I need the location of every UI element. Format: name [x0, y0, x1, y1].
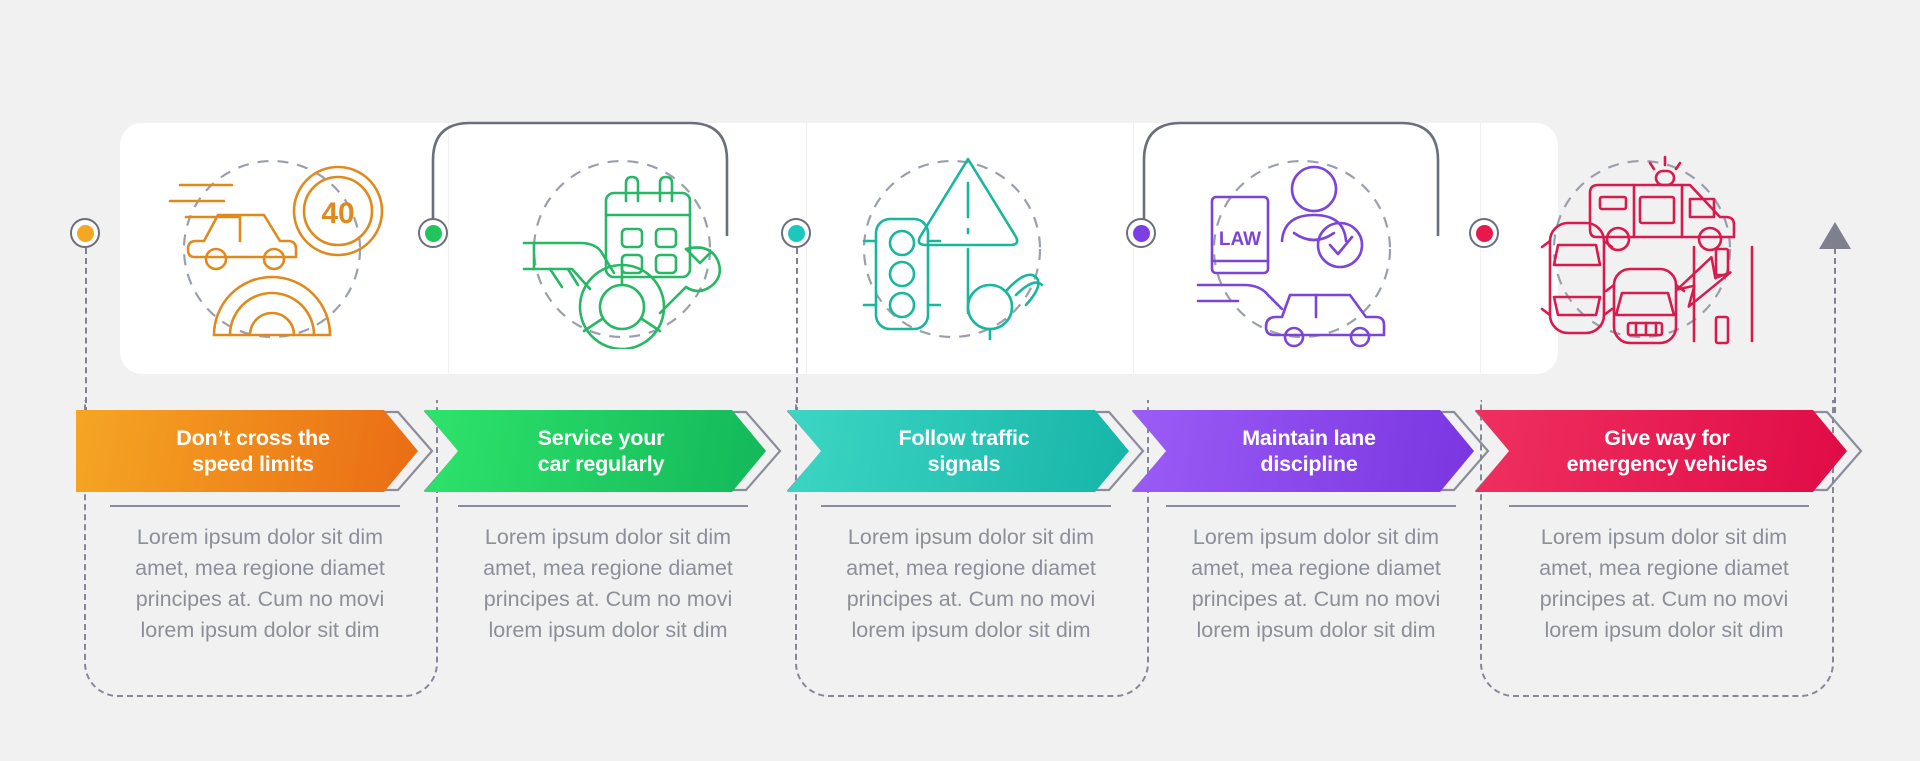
guide-line-step3: [796, 248, 798, 413]
icon-cell-step-1: 40: [150, 123, 400, 374]
connector-arc-2: [431, 121, 729, 236]
divider-rule-3: [821, 505, 1111, 508]
infographic-canvas: 40 LAW Don’t cross the speed limits Serv…: [0, 0, 1920, 761]
step-body-1: Lorem ipsum dolor sit dim amet, mea regi…: [135, 525, 385, 642]
speeding-car-speed-limit-icon: 40: [168, 159, 384, 338]
traffic-light-warning-sign-icon: [862, 157, 1044, 340]
step-banner-2-label: Service your car regularly: [537, 425, 665, 476]
step-banner-4-label: Maintain lane discipline: [1242, 425, 1376, 476]
step-dot-1[interactable]: [70, 218, 100, 248]
step-banner-5-label: Give way for emergency vehicles: [1566, 425, 1768, 476]
step-banner-4[interactable]: Maintain lane discipline: [1132, 410, 1474, 492]
divider-rule-1: [110, 505, 400, 508]
card-divider-3: [1133, 123, 1134, 374]
divider-rule-4: [1166, 505, 1456, 508]
guide-line-step1: [85, 248, 87, 413]
step-banner-2[interactable]: Service your car regularly: [424, 410, 766, 492]
divider-rule-5: [1509, 505, 1809, 508]
card-divider-4: [1480, 123, 1481, 374]
process-end-arrow: [1819, 222, 1851, 249]
step-banner-1-label: Don’t cross the speed limits: [176, 425, 330, 476]
step-dot-5[interactable]: [1469, 218, 1499, 248]
step-dot-2[interactable]: [418, 218, 448, 248]
icon-cell-step-3: [830, 123, 1080, 374]
step-banner-3-label: Follow traffic signals: [898, 425, 1030, 476]
step-dot-3[interactable]: [781, 218, 811, 248]
svg-text:40: 40: [321, 197, 354, 230]
step-banner-3[interactable]: Follow traffic signals: [787, 410, 1129, 492]
step-body-3: Lorem ipsum dolor sit dim amet, mea regi…: [846, 525, 1096, 642]
divider-rule-2: [458, 505, 748, 508]
connector-arc-4: [1142, 121, 1440, 236]
step-banner-1[interactable]: Don’t cross the speed limits: [76, 410, 418, 492]
card-divider-2: [806, 123, 807, 374]
icon-cell-step-5: [1520, 123, 1770, 374]
step-banner-5[interactable]: Give way for emergency vehicles: [1475, 410, 1847, 492]
ambulance-give-way-lane-icon: [1540, 155, 1754, 344]
guide-line-end: [1834, 248, 1836, 413]
step-body-5: Lorem ipsum dolor sit dim amet, mea regi…: [1539, 525, 1789, 642]
step-dot-4[interactable]: [1126, 218, 1156, 248]
step-body-2: Lorem ipsum dolor sit dim amet, mea regi…: [483, 525, 733, 642]
step-body-4: Lorem ipsum dolor sit dim amet, mea regi…: [1191, 525, 1441, 642]
